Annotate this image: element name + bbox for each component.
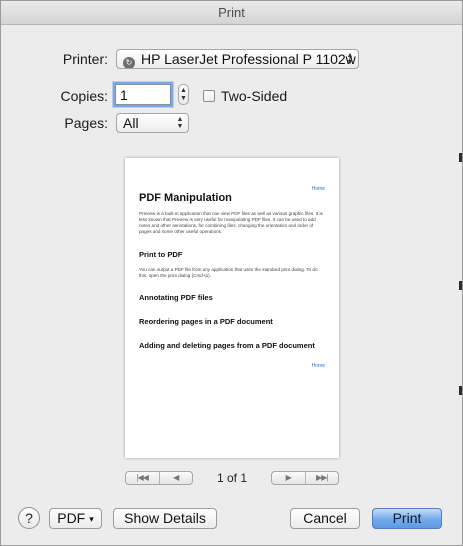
last-page-button[interactable]: ▶▶| (304, 472, 339, 484)
page-nav-back-group: |◀◀ ◀ (125, 471, 193, 485)
preview-home-link-bottom: Home (311, 363, 325, 369)
cancel-button[interactable]: Cancel (290, 508, 360, 529)
two-sided-checkbox[interactable] (203, 90, 215, 102)
dropdown-arrow-icon: ▾ (89, 514, 94, 524)
window-edge-mark (459, 153, 462, 162)
stepper-down-icon[interactable]: ▼ (180, 95, 187, 103)
pages-label: Pages: (64, 115, 108, 131)
next-page-button[interactable]: ▶ (272, 472, 305, 484)
copies-input[interactable] (115, 84, 171, 105)
pages-value: All (123, 115, 139, 131)
preview-intro-text: Preview is a built-in application that c… (139, 211, 323, 234)
copies-stepper[interactable]: ▲ ▼ (178, 84, 189, 105)
window-edge-mark (459, 281, 462, 290)
print-preview-page: Home PDF Manipulation Preview is a built… (125, 158, 339, 458)
stepper-up-icon[interactable]: ▲ (180, 87, 187, 95)
pages-popup[interactable]: All ▲ ▼ (116, 113, 189, 133)
pdf-menu-button[interactable]: PDF ▾ (49, 508, 102, 529)
preview-section-heading: Annotating PDF files (139, 293, 213, 302)
two-sided-label: Two-Sided (221, 88, 288, 104)
page-nav-forward-group: ▶ ▶▶| (271, 471, 339, 485)
pdf-button-label: PDF (57, 510, 86, 526)
page-indicator: 1 of 1 (216, 471, 248, 485)
printer-popup[interactable]: ↻ HP LaserJet Professional P 1102w ▲ ▼ (116, 49, 359, 69)
print-button[interactable]: Print (372, 508, 442, 529)
printer-label: Printer: (62, 51, 108, 67)
preview-section-text: You can output a PDF file from any appli… (139, 267, 318, 278)
window-title: Print (1, 1, 462, 25)
updown-arrows-icon: ▲ ▼ (346, 52, 354, 66)
updown-arrows-icon: ▲ ▼ (176, 116, 184, 130)
first-page-button[interactable]: |◀◀ (126, 472, 159, 484)
preview-section-heading: Reordering pages in a PDF document (139, 317, 273, 326)
show-details-button[interactable]: Show Details (113, 508, 217, 529)
copies-label: Copies: (60, 88, 108, 104)
preview-title: PDF Manipulation (139, 192, 232, 204)
previous-page-button[interactable]: ◀ (158, 472, 193, 484)
print-dialog: Print Printer: ↻ HP LaserJet Professional… (0, 0, 463, 546)
preview-home-link-top: Home (311, 186, 325, 192)
help-button[interactable]: ? (18, 507, 40, 529)
window-edge-mark (459, 386, 462, 395)
preview-section-heading: Adding and deleting pages from a PDF doc… (139, 341, 315, 350)
preview-section-heading: Print to PDF (139, 250, 183, 259)
printer-status-icon: ↻ (123, 57, 135, 68)
printer-name: HP LaserJet Professional P 1102w (141, 51, 356, 67)
